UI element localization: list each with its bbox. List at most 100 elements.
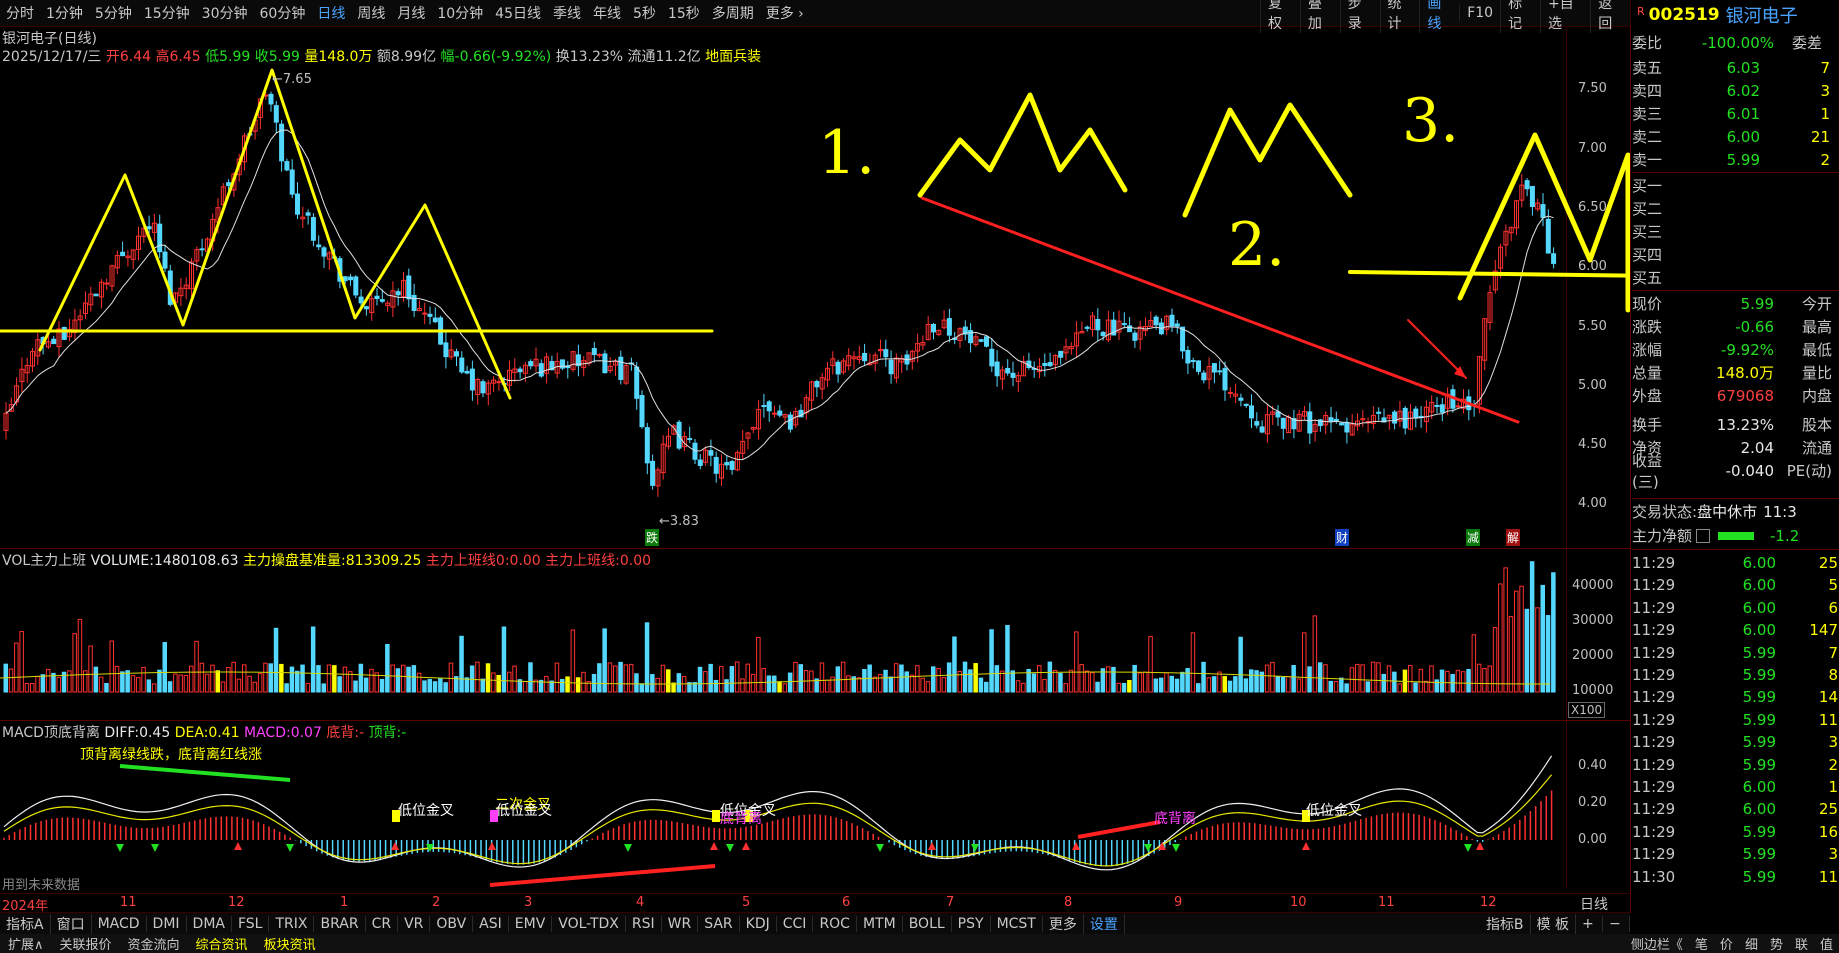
period-tab-0[interactable]: 分时 [0, 3, 40, 23]
status-tab-4[interactable]: 板块资讯 [256, 934, 324, 953]
candle-body [1095, 319, 1101, 331]
quote-label-2: 流通 [1801, 439, 1832, 457]
volume-bar [67, 670, 72, 693]
bid-row[interactable]: 买五 [1632, 266, 1839, 289]
indicator-tab-25[interactable]: 设置 [1084, 914, 1125, 934]
tick-price: 6.00 [1742, 621, 1776, 640]
sell-arrow-icon [1144, 844, 1152, 852]
period-tab-11[interactable]: 季线 [547, 3, 587, 23]
volume-bar [777, 681, 782, 693]
indicator-tab-14[interactable]: RSI [626, 916, 662, 932]
indicator-tab-13[interactable]: VOL-TDX [552, 916, 626, 932]
volume-bar [411, 665, 417, 693]
indicator-tab-6[interactable]: TRIX [269, 916, 315, 932]
bid-row[interactable]: 买二 [1632, 197, 1839, 220]
indicator-tab-7[interactable]: BRAR [314, 916, 366, 932]
ask-row[interactable]: 卖三 6.01 1 [1632, 102, 1839, 125]
indicator-tab-5[interactable]: FSL [232, 916, 270, 932]
toolbar-button-5[interactable]: F10 [1459, 5, 1500, 21]
volume-bar [766, 675, 772, 693]
indicator-tab-15[interactable]: WR [662, 916, 699, 932]
volume-bar [1376, 662, 1381, 693]
status-right-2[interactable]: 价 [1714, 934, 1739, 953]
macd-signal-tag: 底背离 [1154, 811, 1196, 827]
candle-body [157, 223, 163, 253]
ask-row[interactable]: 卖四 6.02 3 [1632, 79, 1839, 102]
trade-time: 11:3 [1763, 502, 1797, 521]
indicator-tab-8[interactable]: CR [366, 916, 399, 932]
indicator-tab-3[interactable]: DMI [147, 916, 187, 932]
period-tab-4[interactable]: 30分钟 [196, 3, 254, 23]
indicator-tab-17[interactable]: KDJ [740, 916, 777, 932]
status-right-5[interactable]: 联 [1789, 934, 1814, 953]
ask-row[interactable]: 卖五 6.03 7 [1632, 56, 1839, 79]
indicator-tab-11[interactable]: ASI [473, 916, 509, 932]
period-tab-3[interactable]: 15分钟 [138, 3, 196, 23]
indicator-tab-1[interactable]: 窗口 [51, 914, 92, 934]
ask-row[interactable]: 卖二 6.00 21 [1632, 125, 1839, 148]
status-tab-1[interactable]: 关联报价 [52, 934, 120, 953]
period-tab-1[interactable]: 1分钟 [40, 3, 89, 23]
status-right-6[interactable]: 值 [1814, 934, 1839, 953]
indicator-tab-21[interactable]: BOLL [903, 916, 952, 932]
volume-bar [1206, 677, 1212, 693]
period-tab-12[interactable]: 年线 [587, 3, 627, 23]
status-right-0[interactable]: 侧边栏《 [1625, 934, 1689, 953]
volume-bar [1344, 683, 1349, 693]
volume-bar [1031, 673, 1037, 693]
volume-bar [1211, 676, 1217, 693]
status-tab-0[interactable]: 扩展∧ [0, 934, 52, 953]
indicator-tab-19[interactable]: ROC [813, 916, 857, 932]
indicator-tab-18[interactable]: CCI [777, 916, 814, 932]
tick-qty: 147 [1809, 621, 1838, 640]
ask-row[interactable]: 卖一 5.99 2 [1632, 148, 1839, 171]
period-tab-6[interactable]: 日线 [311, 3, 351, 23]
period-tab-16[interactable]: 更多 › [760, 3, 810, 23]
vol-panel-header: VOL主力上班 VOLUME:1480108.63 主力操盘基准量:813309… [2, 553, 652, 569]
period-tab-10[interactable]: 45日线 [489, 3, 547, 23]
candle-body [708, 450, 714, 456]
period-tab-2[interactable]: 5分钟 [89, 3, 138, 23]
remove-icon[interactable]: − [1603, 916, 1630, 932]
period-tab-8[interactable]: 月线 [391, 3, 431, 23]
indicator-tab-20[interactable]: MTM [857, 916, 903, 932]
time-tick: 11 [1378, 895, 1395, 910]
status-right-4[interactable]: 势 [1764, 934, 1789, 953]
status-tab-2[interactable]: 资金流向 [120, 934, 188, 953]
period-tab-9[interactable]: 10分钟 [431, 3, 489, 23]
period-tab-5[interactable]: 60分钟 [254, 3, 312, 23]
period-tab-14[interactable]: 15秒 [662, 3, 706, 23]
period-tab-15[interactable]: 多周期 [706, 3, 760, 23]
bid-row[interactable]: 买一 [1632, 174, 1839, 197]
add-icon[interactable]: + [1576, 916, 1603, 932]
indicator-tab-4[interactable]: DMA [187, 916, 232, 932]
indicator-tab-0[interactable]: 指标A [0, 914, 51, 934]
indicator-tab-9[interactable]: VR [398, 916, 431, 932]
net-flow-icon[interactable] [1696, 528, 1711, 543]
indicator-tab-right-1[interactable]: 模 板 [1531, 914, 1576, 934]
indicator-tab-right-0[interactable]: 指标B [1480, 914, 1531, 934]
indicator-tab-24[interactable]: 更多 [1043, 914, 1084, 934]
indicator-tab-23[interactable]: MCST [991, 916, 1043, 932]
status-tab-3[interactable]: 综合资讯 [188, 934, 256, 953]
indicator-tab-10[interactable]: OBV [430, 916, 474, 932]
stock-name[interactable]: 银河电子 [1726, 2, 1798, 28]
pattern-3-drawing [1457, 132, 1630, 313]
tick-qty: 8 [1828, 666, 1838, 684]
indicator-tab-2[interactable]: MACD [92, 916, 147, 932]
stock-code[interactable]: 002519 [1649, 5, 1720, 25]
kline-chart[interactable] [0, 26, 1630, 913]
status-right-3[interactable]: 细 [1739, 934, 1764, 953]
candle-body [1227, 391, 1233, 394]
status-right-1[interactable]: 笔 [1689, 934, 1714, 953]
indicator-tab-16[interactable]: SAR [698, 916, 740, 932]
period-tab-13[interactable]: 5秒 [627, 3, 662, 23]
period-tab-7[interactable]: 周线 [351, 3, 391, 23]
bid-row[interactable]: 买三 [1632, 220, 1839, 243]
tick-row: 11:29 5.99 16 [1632, 821, 1839, 843]
indicator-tab-22[interactable]: PSY [952, 916, 991, 932]
volume-bar [1370, 661, 1376, 693]
indicator-tab-12[interactable]: EMV [509, 916, 553, 932]
candle-body [1238, 397, 1244, 401]
bid-row[interactable]: 买四 [1632, 243, 1839, 266]
